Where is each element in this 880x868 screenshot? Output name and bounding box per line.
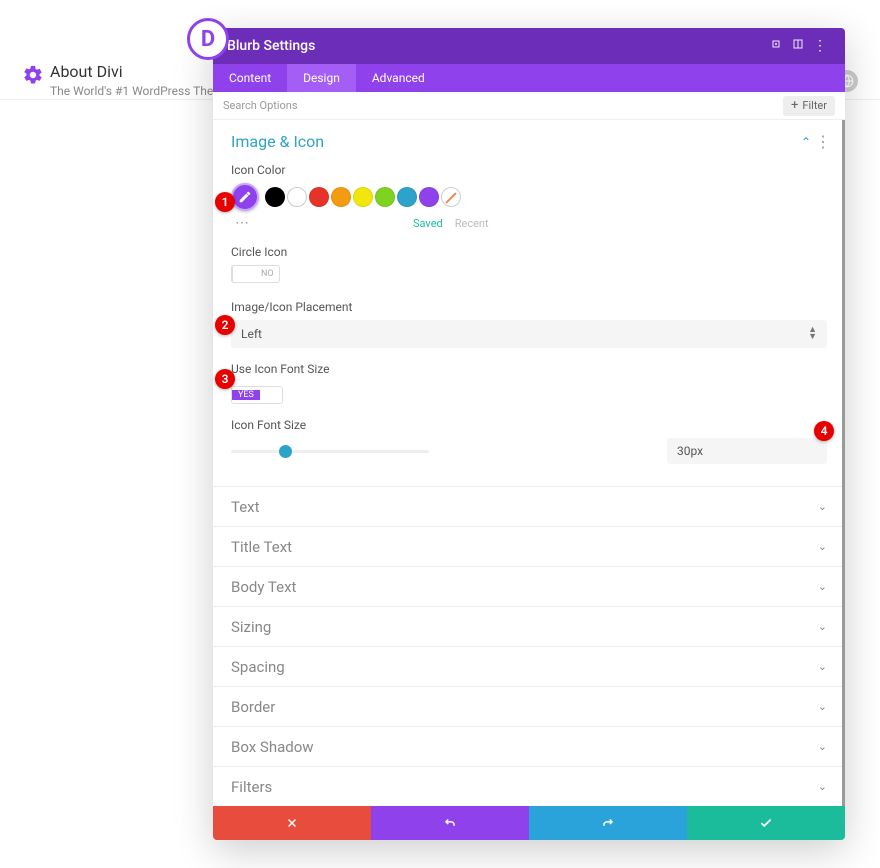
- accordion-sizing[interactable]: Sizing ⌄: [213, 606, 845, 646]
- circle-icon-toggle[interactable]: NO: [231, 265, 280, 283]
- accordion-label: Body Text: [231, 578, 296, 596]
- panel-header: Blurb Settings ⋮: [213, 28, 845, 64]
- accordion-border[interactable]: Border ⌄: [213, 686, 845, 726]
- step-marker-1: 1: [215, 192, 235, 212]
- panel-title: Blurb Settings: [227, 38, 765, 54]
- undo-button[interactable]: [371, 806, 529, 840]
- swatch-yellow[interactable]: [353, 187, 373, 207]
- accordion-label: Box Shadow: [231, 738, 314, 756]
- accordion-label: Border: [231, 698, 275, 716]
- step-marker-3: 3: [215, 369, 235, 389]
- accordion-title-text[interactable]: Title Text ⌄: [213, 526, 845, 566]
- circle-icon-label: Circle Icon: [231, 245, 827, 259]
- tab-content[interactable]: Content: [213, 64, 287, 92]
- layout-icon[interactable]: [787, 38, 809, 54]
- gear-icon: [22, 64, 44, 86]
- page-title: About Divi: [50, 62, 123, 81]
- accordion-body-text[interactable]: Body Text ⌄: [213, 566, 845, 606]
- placement-label: Image/Icon Placement: [231, 300, 827, 314]
- panel-footer: [213, 806, 845, 840]
- chevron-down-icon: ⌄: [818, 500, 827, 513]
- divi-logo: D: [187, 18, 229, 60]
- accordion-filters[interactable]: Filters ⌄: [213, 766, 845, 806]
- chevron-down-icon: ⌄: [818, 740, 827, 753]
- swatch-orange[interactable]: [331, 187, 351, 207]
- chevron-down-icon: ⌄: [818, 620, 827, 633]
- page-subtitle: The World's #1 WordPress Theme &: [50, 84, 241, 98]
- tab-advanced[interactable]: Advanced: [356, 64, 441, 92]
- use-font-size-value: YES: [232, 390, 260, 400]
- chevron-down-icon: ⌄: [818, 660, 827, 673]
- search-bar: Search Options + Filter: [213, 92, 845, 120]
- save-button[interactable]: [687, 806, 845, 840]
- swatch-purple[interactable]: [419, 187, 439, 207]
- panel-kebab-icon[interactable]: ⋮: [809, 38, 831, 54]
- filter-button[interactable]: + Filter: [783, 96, 835, 116]
- settings-panel: Blurb Settings ⋮ Content Design Advanced…: [213, 28, 845, 840]
- accordion-text[interactable]: Text ⌄: [213, 486, 845, 526]
- redo-button[interactable]: [529, 806, 687, 840]
- tab-design[interactable]: Design: [287, 64, 356, 92]
- swatch-blue[interactable]: [397, 187, 417, 207]
- accordion-label: Sizing: [231, 618, 271, 636]
- font-size-slider[interactable]: [231, 450, 429, 453]
- chevron-down-icon: ⌄: [818, 780, 827, 793]
- icon-color-label: Icon Color: [231, 163, 827, 177]
- swatch-black[interactable]: [265, 187, 285, 207]
- slider-thumb[interactable]: [279, 445, 292, 458]
- font-size-input[interactable]: 30px: [667, 438, 827, 464]
- accordion-label: Filters: [231, 778, 272, 796]
- use-font-size-toggle[interactable]: YES: [231, 386, 283, 404]
- swatch-tab-recent[interactable]: Recent: [455, 217, 489, 231]
- use-font-size-label: Use Icon Font Size: [231, 362, 827, 376]
- section-kebab-icon[interactable]: ⋮: [815, 132, 827, 151]
- chevron-down-icon: ⌄: [818, 580, 827, 593]
- select-caret-icon: ▲▼: [808, 327, 817, 341]
- color-swatches: [231, 183, 827, 211]
- swatch-green[interactable]: [375, 187, 395, 207]
- cancel-button[interactable]: [213, 806, 371, 840]
- accordion-label: Spacing: [231, 658, 285, 676]
- section-image-icon: Image & Icon ⌃ ⋮ Icon Color ⋯ Saved Rece…: [213, 120, 845, 486]
- accordion-spacing[interactable]: Spacing ⌄: [213, 646, 845, 686]
- accordion-label: Text: [231, 498, 260, 516]
- swatch-white[interactable]: [287, 187, 307, 207]
- chevron-down-icon: ⌄: [818, 700, 827, 713]
- step-marker-2: 2: [215, 315, 235, 335]
- chevron-down-icon: ⌄: [818, 540, 827, 553]
- step-marker-4: 4: [814, 421, 834, 441]
- swatch-tab-saved[interactable]: Saved: [413, 217, 443, 231]
- swatch-color-picker[interactable]: [231, 183, 259, 211]
- more-colors-icon[interactable]: ⋯: [231, 215, 253, 231]
- accordion-box-shadow[interactable]: Box Shadow ⌄: [213, 726, 845, 766]
- panel-body: Image & Icon ⌃ ⋮ Icon Color ⋯ Saved Rece…: [213, 120, 845, 806]
- search-input[interactable]: Search Options: [223, 99, 298, 112]
- swatch-none[interactable]: [441, 187, 461, 207]
- font-size-label: Icon Font Size: [231, 418, 827, 432]
- panel-tabs: Content Design Advanced: [213, 64, 845, 92]
- accordion-label: Title Text: [231, 538, 292, 556]
- circle-icon-value: NO: [256, 269, 279, 279]
- collapse-icon[interactable]: ⌃: [797, 135, 815, 149]
- expand-icon[interactable]: [765, 38, 787, 54]
- swatch-red[interactable]: [309, 187, 329, 207]
- section-title: Image & Icon: [231, 132, 797, 151]
- placement-select[interactable]: Left ▲▼: [231, 320, 827, 348]
- placement-value: Left: [241, 327, 262, 341]
- filter-label: Filter: [802, 99, 827, 112]
